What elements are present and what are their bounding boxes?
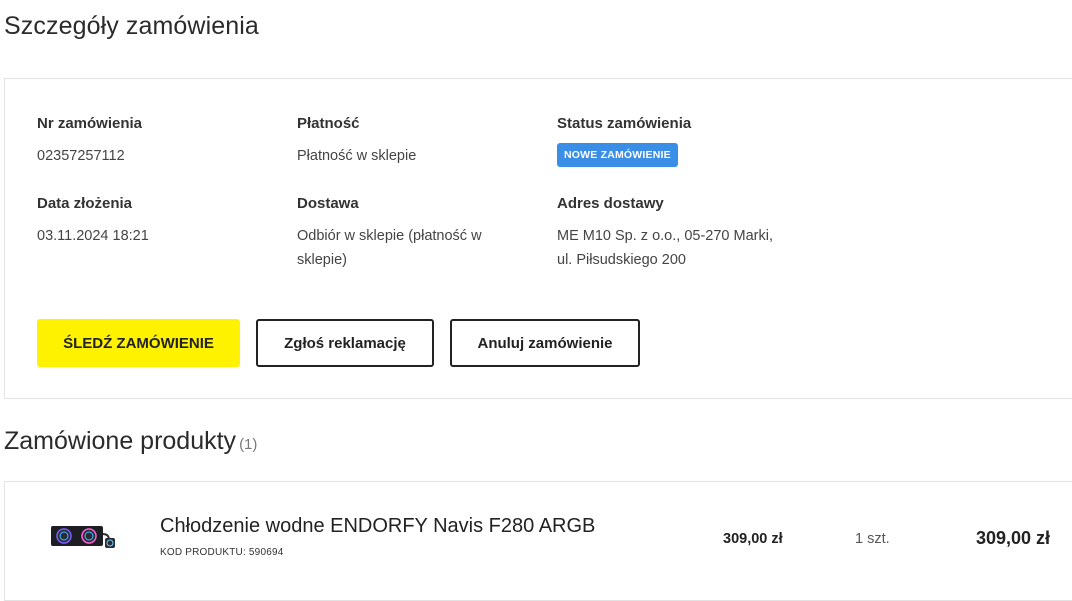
water-cooler-image — [51, 526, 115, 548]
order-number-label: Nr zamówienia — [37, 115, 143, 132]
page-title: Szczegóły zamówienia — [4, 12, 259, 40]
delivery-value-line2: sklepie) — [297, 252, 347, 268]
order-number-value: 02357257112 — [37, 148, 125, 164]
delivery-address-label: Adres dostawy — [557, 195, 664, 212]
unit-price: 309,00 zł — [723, 531, 783, 547]
delivery-value: Odbiór w sklepie (płatność w sklepie) — [297, 224, 482, 272]
track-order-button[interactable]: ŚLEDŹ ZAMÓWIENIE — [37, 319, 240, 367]
status-badge: NOWE ZAMÓWIENIE — [557, 143, 678, 167]
delivery-value-line1: Odbiór w sklepie (płatność w — [297, 228, 482, 244]
order-status-label: Status zamówienia — [557, 115, 692, 132]
order-details-card: Nr zamówienia 02357257112 Płatność Płatn… — [4, 78, 1072, 399]
delivery-address-value: ME M10 Sp. z o.o., 05-270 Marki, ul. Pił… — [557, 224, 773, 272]
address-line2: ul. Piłsudskiego 200 — [557, 252, 686, 268]
quantity: 1 szt. — [855, 531, 890, 547]
payment-label: Płatność — [297, 115, 360, 132]
address-line1: ME M10 Sp. z o.o., 05-270 Marki, — [557, 228, 773, 244]
file-complaint-button[interactable]: Zgłoś reklamację — [256, 319, 434, 367]
product-code: KOD PRODUKTU: 590694 — [160, 547, 284, 558]
order-date-value: 03.11.2024 18:21 — [37, 228, 149, 244]
total-price: 309,00 zł — [976, 528, 1051, 548]
product-name[interactable]: Chłodzenie wodne ENDORFY Navis F280 ARGB — [160, 515, 595, 538]
delivery-label: Dostawa — [297, 195, 359, 212]
products-count: (1) — [239, 436, 258, 453]
cancel-order-button[interactable]: Anuluj zamówienie — [450, 319, 640, 367]
order-date-label: Data złożenia — [37, 195, 133, 212]
payment-value: Płatność w sklepie — [297, 148, 417, 164]
ordered-products-title: Zamówione produkty (1) — [4, 427, 257, 456]
product-thumbnail[interactable] — [49, 522, 117, 557]
ordered-products-title-text: Zamówione produkty — [4, 427, 237, 455]
product-row: Chłodzenie wodne ENDORFY Navis F280 ARGB… — [4, 481, 1072, 601]
